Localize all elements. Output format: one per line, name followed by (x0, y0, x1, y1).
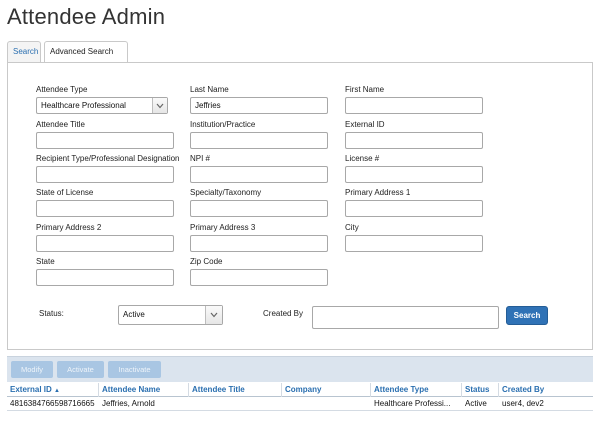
column-header-status[interactable]: Status (462, 383, 499, 397)
cell-attendee-type: Healthcare Professi... (374, 399, 451, 408)
cell-attendee-name: Jeffries, Arnold (102, 399, 155, 408)
state-of-license-input[interactable] (36, 200, 174, 217)
primary-address-1-field: Primary Address 1 (345, 188, 483, 217)
cell-attendee-title (189, 397, 282, 411)
primary-address-2-field: Primary Address 2 (36, 223, 174, 252)
recipient-type-input[interactable] (36, 166, 174, 183)
status-value: Active (123, 310, 145, 319)
chevron-down-icon (205, 306, 222, 324)
results-toolbar: Modify Activate Inactivate (7, 356, 593, 382)
created-by-input[interactable] (312, 306, 499, 329)
city-label: City (345, 223, 359, 232)
specialty-label: Specialty/Taxonomy (190, 188, 262, 197)
column-header-attendee-type[interactable]: Attendee Type (371, 383, 462, 397)
npi-label: NPI # (190, 154, 211, 163)
institution-field: Institution/Practice (190, 120, 328, 149)
zip-code-input[interactable] (190, 269, 328, 286)
tab-search[interactable]: Search (7, 41, 41, 63)
primary-address-2-label: Primary Address 2 (36, 223, 102, 232)
npi-input[interactable] (190, 166, 328, 183)
first-name-label: First Name (345, 85, 385, 94)
primary-address-1-label: Primary Address 1 (345, 188, 411, 197)
recipient-type-field: Recipient Type/Professional Designation (36, 154, 180, 183)
recipient-type-label: Recipient Type/Professional Designation (36, 154, 180, 163)
attendee-type-select[interactable]: Healthcare Professional (36, 97, 168, 114)
created-by-label: Created By (263, 309, 304, 318)
attendee-type-value: Healthcare Professional (41, 101, 126, 110)
npi-field: NPI # (190, 154, 328, 183)
external-id-input[interactable] (345, 132, 483, 149)
column-header-company[interactable]: Company (282, 383, 371, 397)
status-select[interactable]: Active (118, 305, 223, 325)
chevron-down-icon (152, 98, 167, 113)
cell-status: Active (465, 399, 487, 408)
page-title: Attendee Admin (7, 4, 166, 29)
first-name-field: First Name (345, 85, 483, 114)
primary-address-3-label: Primary Address 3 (190, 223, 256, 232)
zip-code-field: Zip Code (190, 257, 328, 286)
column-header-attendee-name[interactable]: Attendee Name (99, 383, 189, 397)
license-input[interactable] (345, 166, 483, 183)
last-name-input[interactable] (190, 97, 328, 114)
cell-created-by: user4, dev2 (502, 399, 544, 408)
table-row[interactable]: 4816384766598716665 Jeffries, Arnold Hea… (7, 397, 593, 411)
table-header: External ID ▲ Attendee Name Attendee Tit… (7, 383, 593, 397)
inactivate-button[interactable]: Inactivate (108, 361, 161, 378)
last-name-field: Last Name (190, 85, 328, 114)
attendee-title-field: Attendee Title (36, 120, 174, 149)
license-field: License # (345, 154, 483, 183)
status-label: Status: (39, 309, 64, 318)
external-id-label: External ID (345, 120, 385, 129)
state-field: State (36, 257, 174, 286)
column-header-created-by[interactable]: Created By (499, 383, 593, 397)
sort-ascending-icon: ▲ (54, 388, 60, 394)
attendee-type-label: Attendee Type (36, 85, 88, 94)
tab-advanced-search[interactable]: Advanced Search (44, 41, 128, 64)
zip-code-label: Zip Code (190, 257, 223, 266)
state-label: State (36, 257, 55, 266)
modify-button[interactable]: Modify (11, 361, 53, 378)
column-header-attendee-title[interactable]: Attendee Title (189, 383, 282, 397)
advanced-search-panel: Attendee Type Healthcare Professional La… (7, 62, 593, 350)
activate-button[interactable]: Activate (57, 361, 104, 378)
last-name-label: Last Name (190, 85, 229, 94)
institution-input[interactable] (190, 132, 328, 149)
primary-address-3-input[interactable] (190, 235, 328, 252)
cell-external-id: 4816384766598716665 (10, 399, 95, 408)
primary-address-3-field: Primary Address 3 (190, 223, 328, 252)
attendee-title-input[interactable] (36, 132, 174, 149)
city-field: City (345, 223, 483, 252)
results-table: External ID ▲ Attendee Name Attendee Tit… (7, 383, 593, 411)
attendee-title-label: Attendee Title (36, 120, 85, 129)
first-name-input[interactable] (345, 97, 483, 114)
state-of-license-field: State of License (36, 188, 174, 217)
attendee-type-field: Attendee Type Healthcare Professional (36, 85, 168, 114)
primary-address-2-input[interactable] (36, 235, 174, 252)
column-header-external-id[interactable]: External ID ▲ (7, 383, 99, 397)
city-input[interactable] (345, 235, 483, 252)
specialty-field: Specialty/Taxonomy (190, 188, 328, 217)
search-button[interactable]: Search (506, 306, 548, 325)
state-input[interactable] (36, 269, 174, 286)
external-id-field: External ID (345, 120, 483, 149)
state-of-license-label: State of License (36, 188, 94, 197)
specialty-input[interactable] (190, 200, 328, 217)
cell-company (282, 397, 371, 411)
primary-address-1-input[interactable] (345, 200, 483, 217)
license-label: License # (345, 154, 380, 163)
institution-label: Institution/Practice (190, 120, 256, 129)
